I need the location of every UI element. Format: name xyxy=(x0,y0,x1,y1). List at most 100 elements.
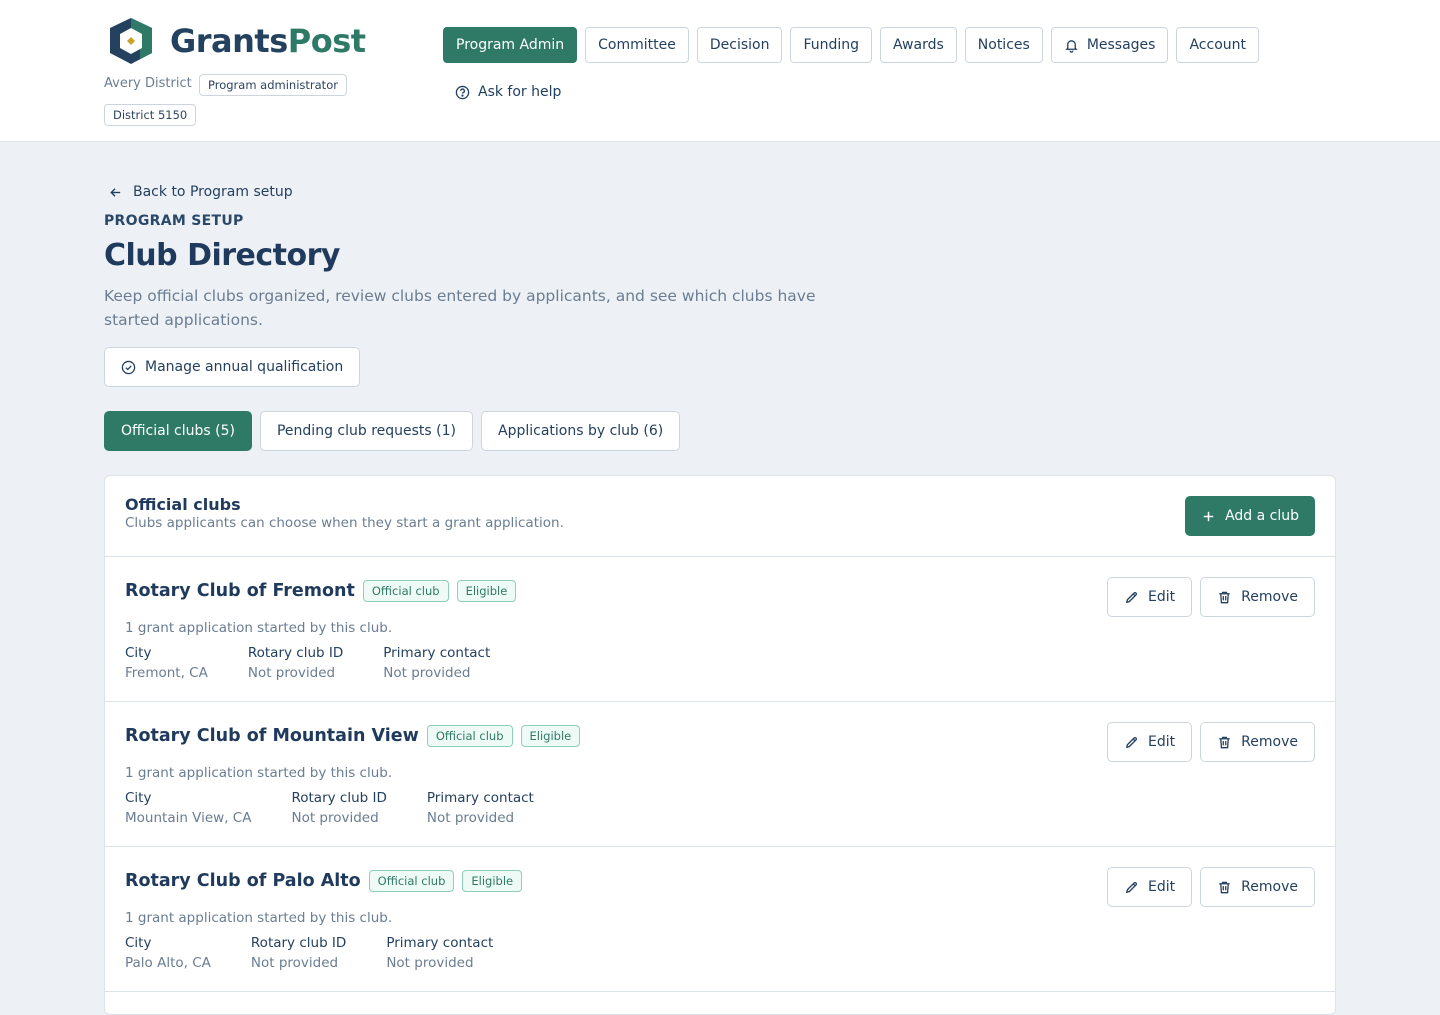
top-header: GrantsPost Avery District Program admini… xyxy=(0,0,1440,142)
city-label: City xyxy=(125,935,152,951)
club-row: Rotary Club of Palo Alto Official club E… xyxy=(105,847,1335,992)
button-label: Edit xyxy=(1148,734,1176,750)
back-label: Back to Program setup xyxy=(133,184,293,200)
eligible-badge: Eligible xyxy=(462,870,523,892)
district-name: Avery District xyxy=(104,76,192,91)
nav-program-admin[interactable]: Program Admin xyxy=(443,27,578,63)
bell-icon xyxy=(1065,39,1078,53)
club-details: City Fremont, CA Rotary club ID Not provid… xyxy=(125,643,490,683)
eligible-badge: Eligible xyxy=(520,725,581,747)
city-label: City xyxy=(125,645,152,661)
nav-funding[interactable]: Funding xyxy=(790,27,873,63)
official-club-badge: Official club xyxy=(368,870,455,892)
brand-name-part1: Grants xyxy=(170,22,288,60)
club-id-label: Rotary club ID xyxy=(250,935,347,951)
panel-title: Official clubs xyxy=(125,495,241,514)
nav-label: Awards xyxy=(893,37,944,53)
trash-icon xyxy=(1219,591,1230,603)
nav-committee[interactable]: Committee xyxy=(585,27,689,63)
button-label: Edit xyxy=(1148,589,1176,605)
nav-label: Account xyxy=(1189,37,1246,53)
club-row: Rotary Club of Mountain View Official cl… xyxy=(105,702,1335,847)
tab-pending-club-requests[interactable]: Pending club requests (1) xyxy=(259,411,473,451)
button-label: Edit xyxy=(1148,879,1176,895)
club-name: Rotary Club of Fremont xyxy=(125,581,355,601)
role-chip: Program administrator xyxy=(199,74,347,96)
page-subtitle: Keep official clubs organized, review cl… xyxy=(104,287,816,329)
district-id-chip: District 5150 xyxy=(104,104,197,126)
button-label: Manage annual qualification xyxy=(145,359,344,375)
club-id-label: Rotary club ID xyxy=(291,790,387,806)
edit-club-button[interactable]: Edit xyxy=(1107,722,1193,762)
official-club-badge: Official club xyxy=(362,580,449,602)
eligible-badge: Eligible xyxy=(456,580,517,602)
club-name: Rotary Club of Mountain View xyxy=(125,726,419,746)
panel-subtitle: Clubs applicants can choose when they st… xyxy=(125,515,564,531)
pencil-icon xyxy=(1125,591,1138,603)
nav-label: Funding xyxy=(803,37,860,53)
arrow-left-icon xyxy=(110,187,121,197)
nav-messages[interactable]: Messages xyxy=(1050,27,1169,63)
page-eyebrow: PROGRAM SETUP xyxy=(104,213,244,229)
remove-club-button[interactable]: Remove xyxy=(1200,867,1315,907)
brand-name-part2: Post xyxy=(287,22,366,60)
ask-for-help-link[interactable]: Ask for help xyxy=(455,84,561,100)
brand-name: GrantsPost xyxy=(170,22,366,60)
primary-contact-value: Not provided xyxy=(383,665,471,681)
check-circle-icon xyxy=(121,360,136,374)
add-club-button[interactable]: Add a club xyxy=(1185,496,1315,536)
brand-logo[interactable]: GrantsPost xyxy=(104,15,366,67)
button-label: Remove xyxy=(1241,879,1298,895)
nav-notices[interactable]: Notices xyxy=(964,27,1043,63)
plus-icon xyxy=(1203,511,1214,521)
remove-club-button[interactable]: Remove xyxy=(1200,722,1315,762)
nav-decision[interactable]: Decision xyxy=(696,27,783,63)
official-club-badge: Official club xyxy=(426,725,513,747)
primary-contact-value: Not provided xyxy=(386,955,474,971)
page-title: Club Directory xyxy=(104,238,341,273)
nav-label: Committee xyxy=(598,37,676,53)
nav-label: Messages xyxy=(1086,37,1156,53)
manage-annual-qualification-button[interactable]: Manage annual qualification xyxy=(104,347,361,387)
club-id-value: Not provided xyxy=(247,665,336,681)
button-label: Remove xyxy=(1241,589,1298,605)
panel-header: Official clubs Clubs applicants can choo… xyxy=(105,476,1335,557)
back-to-program-setup-link[interactable]: Back to Program setup xyxy=(108,184,293,200)
button-label: Remove xyxy=(1241,734,1298,750)
club-application-count: 1 grant application started by this club… xyxy=(125,765,393,781)
help-label: Ask for help xyxy=(478,84,562,100)
pencil-icon xyxy=(1125,736,1138,748)
nav-label: Notices xyxy=(977,37,1030,53)
club-id-value: Not provided xyxy=(250,955,339,971)
club-id-value: Not provided xyxy=(291,810,379,826)
nav-account[interactable]: Account xyxy=(1176,27,1259,63)
primary-contact-label: Primary contact xyxy=(426,790,534,806)
city-value: Palo Alto, CA xyxy=(125,955,211,971)
trash-icon xyxy=(1219,881,1230,893)
club-directory-tabs: Official clubs (5) Pending club requests… xyxy=(104,411,681,451)
primary-contact-label: Primary contact xyxy=(383,645,491,661)
edit-club-button[interactable]: Edit xyxy=(1107,867,1193,907)
edit-club-button[interactable]: Edit xyxy=(1107,577,1193,617)
club-name: Rotary Club of Palo Alto xyxy=(125,871,361,891)
grantspost-logo-icon xyxy=(110,18,152,64)
nav-label: Program Admin xyxy=(456,37,565,53)
trash-icon xyxy=(1219,736,1230,748)
club-id-label: Rotary club ID xyxy=(247,645,344,661)
main-nav: Program Admin Committee Decision Funding… xyxy=(443,27,1259,63)
club-details: City Palo Alto, CA Rotary club ID Not prov… xyxy=(125,933,493,973)
remove-club-button[interactable]: Remove xyxy=(1200,577,1315,617)
tab-official-clubs[interactable]: Official clubs (5) xyxy=(104,411,252,451)
nav-label: Decision xyxy=(709,37,770,53)
official-clubs-panel: Official clubs Clubs applicants can choo… xyxy=(104,475,1336,1015)
club-row: Rotary Club of Fremont Official club Eli… xyxy=(105,557,1335,702)
primary-contact-label: Primary contact xyxy=(386,935,494,951)
city-value: Fremont, CA xyxy=(125,665,208,681)
pencil-icon xyxy=(1125,881,1138,893)
city-label: City xyxy=(125,790,152,806)
club-application-count: 1 grant application started by this club… xyxy=(125,910,393,926)
club-details: City Mountain View, CA Rotary club ID Not … xyxy=(125,788,534,828)
nav-awards[interactable]: Awards xyxy=(880,27,957,63)
tab-applications-by-club[interactable]: Applications by club (6) xyxy=(481,411,681,451)
club-application-count: 1 grant application started by this club… xyxy=(125,620,393,636)
